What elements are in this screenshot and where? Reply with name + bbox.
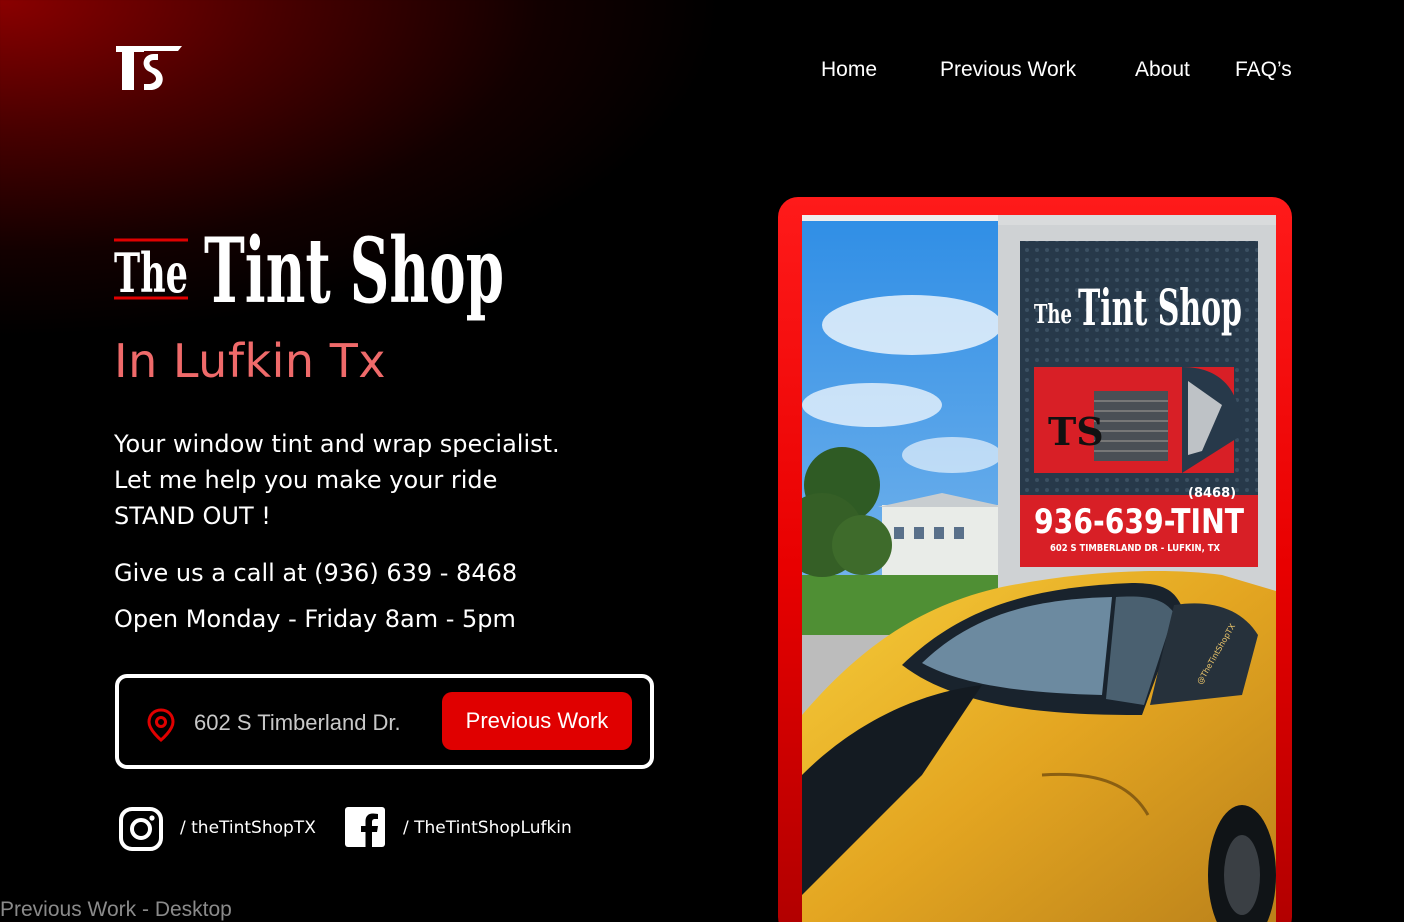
nav-about[interactable]: About bbox=[1135, 56, 1190, 84]
address-text: 602 S Timberland Dr. bbox=[194, 710, 401, 735]
nav-home[interactable]: Home bbox=[821, 56, 877, 84]
sign-brand-large: Tint Shop bbox=[1078, 278, 1242, 337]
hours-text: Open Monday - Friday 8am - 5pm bbox=[114, 605, 516, 633]
facebook-link[interactable]: / TheTintShopLufkin bbox=[344, 806, 584, 852]
sign-small-digits: (8468) bbox=[1188, 486, 1236, 501]
brand-large-text: Tint Shop bbox=[204, 218, 504, 324]
previous-work-button[interactable]: Previous Work bbox=[442, 692, 632, 750]
shop-photo: The Tint Shop TS (8468) 936-639-TINT 602… bbox=[802, 215, 1276, 922]
instagram-handle: / theTintShopTX bbox=[180, 818, 316, 838]
tagline-line: STAND OUT ! bbox=[114, 502, 271, 530]
sign-logo: TS bbox=[1048, 409, 1104, 454]
nav-previous-work[interactable]: Previous Work bbox=[940, 56, 1076, 84]
sign-address: 602 S TIMBERLAND DR - LUFKIN, TX bbox=[1050, 543, 1220, 554]
nav-faqs[interactable]: FAQ’s bbox=[1235, 56, 1292, 84]
tagline-line: Let me help you make your ride bbox=[114, 466, 498, 494]
brand-small-text: The bbox=[114, 241, 188, 305]
facebook-icon bbox=[345, 807, 385, 848]
tagline: Your window tint and wrap specialist. Le… bbox=[114, 426, 634, 534]
shop-photo-art: The Tint Shop TS (8468) 936-639-TINT 602… bbox=[802, 215, 1276, 922]
page-subtitle: In Lufkin Tx bbox=[114, 334, 387, 388]
main-nav: Home Previous Work About FAQ’s bbox=[0, 56, 1404, 86]
sign-phone: 936-639-TINT bbox=[1034, 502, 1245, 542]
photo-frame: The Tint Shop TS (8468) 936-639-TINT 602… bbox=[778, 197, 1292, 922]
sign-brand-small: The bbox=[1034, 300, 1072, 330]
location-pin-icon bbox=[147, 708, 175, 742]
brand-wordmark: The Tint Shop bbox=[114, 218, 504, 324]
facebook-handle: / TheTintShopLufkin bbox=[403, 818, 572, 838]
frame-label: Previous Work - Desktop bbox=[0, 898, 232, 921]
instagram-icon bbox=[119, 807, 163, 851]
address-card: 602 S Timberland Dr. Previous Work bbox=[115, 674, 654, 769]
phone-text: Give us a call at (936) 639 - 8468 bbox=[114, 559, 518, 587]
instagram-link[interactable]: / theTintShopTX bbox=[118, 806, 318, 852]
tagline-line: Your window tint and wrap specialist. bbox=[114, 430, 560, 458]
